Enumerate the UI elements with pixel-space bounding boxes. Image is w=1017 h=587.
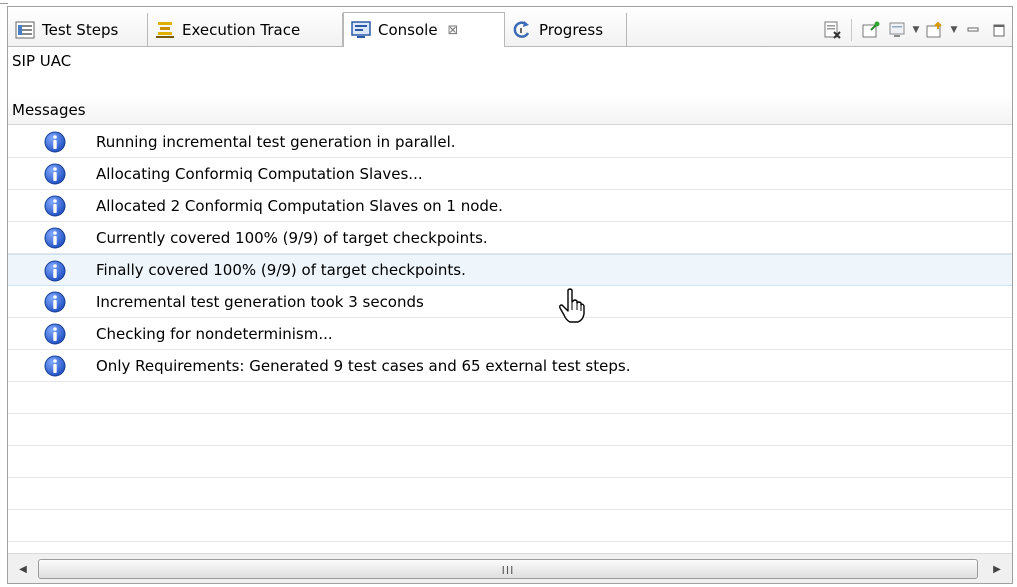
info-icon <box>44 195 66 217</box>
tab-label: Test Steps <box>42 21 119 39</box>
messages-table: Running incremental test generation in p… <box>8 126 1012 542</box>
message-text: Finally covered 100% (9/9) of target che… <box>96 261 466 279</box>
tab-label: Progress <box>539 21 604 39</box>
table-row[interactable] <box>8 414 1012 446</box>
table-row[interactable] <box>8 382 1012 414</box>
hand-cursor-icon <box>559 288 585 323</box>
table-row[interactable]: Checking for nondeterminism... <box>8 318 1012 350</box>
tab-execution-trace[interactable]: Execution Trace <box>148 13 343 47</box>
open-console-button[interactable] <box>922 18 948 42</box>
console-view: Test Steps Execution Trace Console ⊠ Pro… <box>7 6 1013 584</box>
view-toolbar: ▼ ▼ <box>819 17 1012 43</box>
tab-label: Execution Trace <box>182 21 301 39</box>
console-icon <box>351 21 371 38</box>
info-icon <box>44 260 66 282</box>
horizontal-scrollbar[interactable]: ◀ III ▶ <box>8 553 1012 583</box>
info-icon <box>44 323 66 345</box>
message-text: Allocating Conformiq Computation Slaves.… <box>96 164 423 183</box>
chevron-down-icon[interactable]: ▼ <box>948 25 960 35</box>
close-icon[interactable]: ⊠ <box>448 23 459 38</box>
tab-progress[interactable]: Progress <box>505 13 627 47</box>
info-icon <box>44 131 66 153</box>
tab-label: Console <box>378 21 438 39</box>
tab-bar: Test Steps Execution Trace Console ⊠ Pro… <box>8 7 1012 47</box>
progress-icon <box>513 21 530 38</box>
info-icon <box>44 227 66 249</box>
pin-console-icon <box>862 21 880 38</box>
tab-test-steps[interactable]: Test Steps <box>8 13 148 47</box>
chevron-down-icon[interactable]: ▼ <box>910 25 922 35</box>
clear-console-button[interactable] <box>819 18 845 42</box>
info-icon <box>44 291 66 313</box>
table-row[interactable]: Incremental test generation took 3 secon… <box>8 286 1012 318</box>
column-header-label: Messages <box>12 100 86 119</box>
table-row[interactable]: Allocated 2 Conformiq Computation Slaves… <box>8 190 1012 222</box>
toolbar-separator <box>851 19 852 41</box>
messages-column-header[interactable]: Messages <box>8 95 1012 125</box>
info-icon <box>44 163 66 185</box>
tab-console[interactable]: Console ⊠ <box>343 12 505 47</box>
message-text: Checking for nondeterminism... <box>96 324 333 343</box>
scrollbar-grip: III <box>501 564 515 577</box>
execution-trace-icon <box>156 22 174 38</box>
table-row[interactable] <box>8 478 1012 510</box>
minimize-icon <box>967 27 979 32</box>
table-row[interactable] <box>8 510 1012 542</box>
scrollbar-thumb[interactable]: III <box>38 559 978 579</box>
view-title: SIP UAC <box>12 52 72 70</box>
display-console-icon <box>889 22 905 37</box>
table-row[interactable]: Running incremental test generation in p… <box>8 126 1012 158</box>
message-text: Currently covered 100% (9/9) of target c… <box>96 228 488 247</box>
minimize-view-button[interactable] <box>960 18 986 42</box>
table-row[interactable]: Finally covered 100% (9/9) of target che… <box>8 254 1012 286</box>
table-row[interactable]: Only Requirements: Generated 9 test case… <box>8 350 1012 382</box>
test-steps-icon <box>15 21 35 39</box>
open-console-icon <box>926 21 942 38</box>
clear-console-icon <box>824 21 841 39</box>
message-text: Only Requirements: Generated 9 test case… <box>96 356 631 375</box>
display-console-button[interactable] <box>884 18 910 42</box>
scroll-right-icon[interactable]: ▶ <box>988 560 1006 578</box>
maximize-view-button[interactable] <box>986 18 1012 42</box>
table-row[interactable] <box>8 446 1012 478</box>
scroll-left-icon[interactable]: ◀ <box>14 560 32 578</box>
window-corner-mark <box>0 0 8 4</box>
pin-console-button[interactable] <box>858 18 884 42</box>
maximize-icon <box>993 24 1005 37</box>
message-text: Allocated 2 Conformiq Computation Slaves… <box>96 196 503 215</box>
table-row[interactable]: Allocating Conformiq Computation Slaves.… <box>8 158 1012 190</box>
table-row[interactable]: Currently covered 100% (9/9) of target c… <box>8 222 1012 254</box>
message-text: Incremental test generation took 3 secon… <box>96 292 424 311</box>
message-text: Running incremental test generation in p… <box>96 132 456 151</box>
info-icon <box>44 355 66 377</box>
